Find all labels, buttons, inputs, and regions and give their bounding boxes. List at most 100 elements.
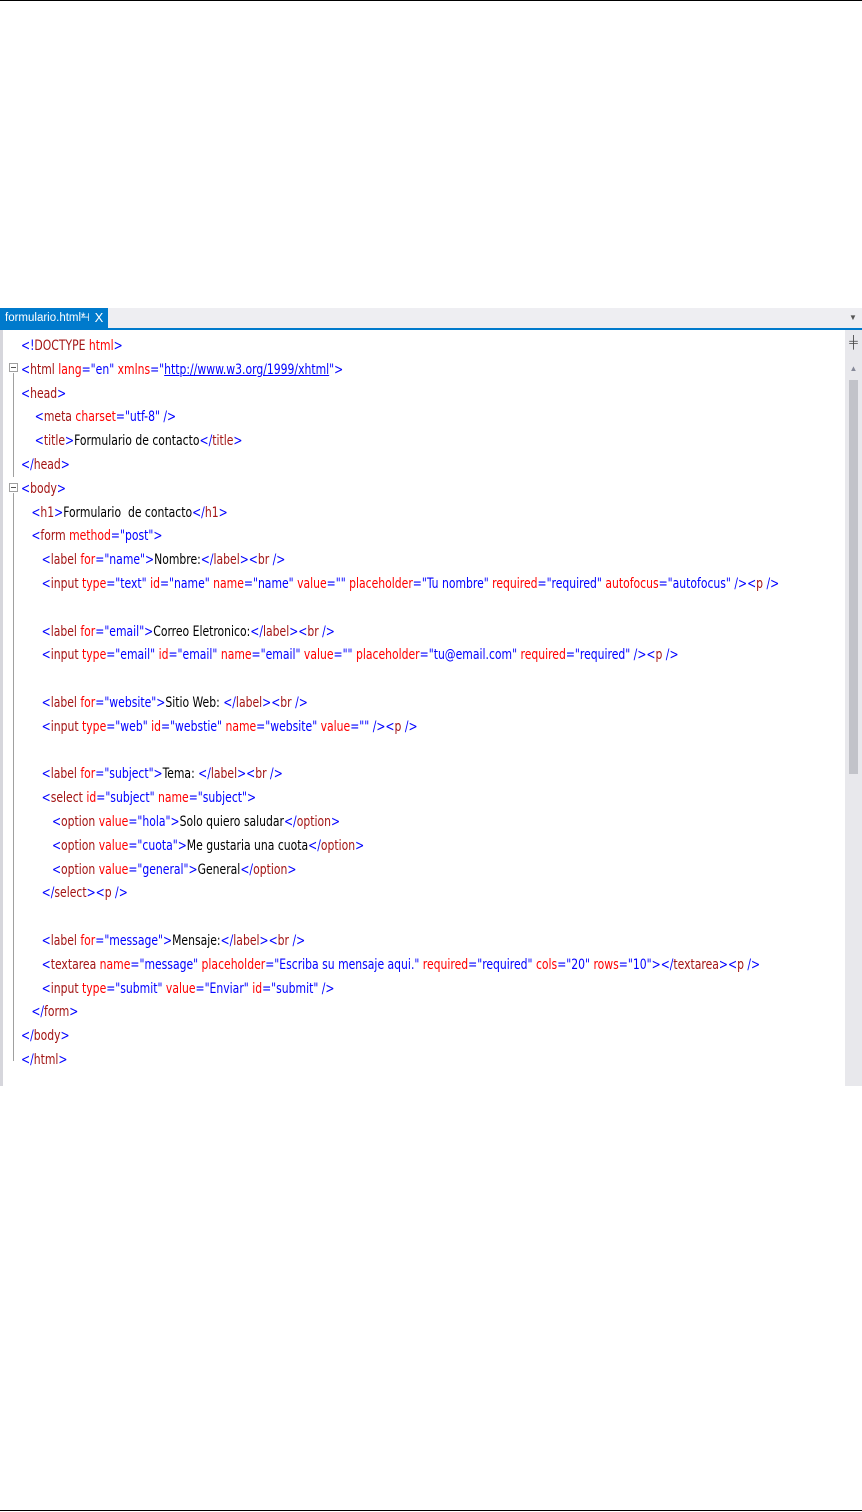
code-token: id — [150, 576, 160, 592]
code-token: for — [80, 623, 96, 640]
code-token: placeholder — [201, 956, 266, 973]
code-token: required — [492, 576, 538, 592]
tab-label: formulario.html* — [5, 312, 86, 324]
code-token: ="" — [350, 718, 370, 735]
code-token: < — [51, 837, 62, 854]
code-token: http://www.w3.org/1999/xhtml — [164, 361, 330, 378]
outlining-gutter — [3, 330, 21, 1086]
code-line: <textarea name="message" placeholder="Es… — [21, 955, 760, 975]
code-token: ="email" — [106, 647, 156, 664]
code-token: </ — [21, 1028, 34, 1045]
code-token: option — [61, 837, 96, 854]
code-token: /> — [115, 885, 128, 902]
code-token: id — [86, 790, 97, 807]
code-token: ="subject" — [96, 790, 155, 807]
code-token: html — [88, 338, 114, 354]
code-token: ="email" — [168, 647, 218, 664]
code-token: Sitio Web: — [165, 695, 224, 711]
code-token: required — [422, 956, 469, 973]
outline-guide-line — [13, 493, 14, 1061]
code-line: <title>Formulario de contacto</title> — [21, 431, 243, 451]
code-token: />< — [372, 718, 395, 735]
code-text-area[interactable]: <!DOCTYPE html> <html lang="en" xmlns="ht… — [21, 336, 843, 1086]
code-line: </head> — [21, 455, 70, 475]
split-view-icon[interactable]: ╪ — [845, 334, 862, 350]
code-token: option — [61, 861, 96, 878]
code-token: </ — [308, 837, 321, 854]
code-token: input — [50, 718, 79, 735]
code-token: option — [296, 814, 331, 830]
code-line: <!DOCTYPE html> — [21, 336, 123, 356]
code-token: ="subject"> — [95, 766, 163, 783]
vertical-scrollbar[interactable]: ╪ ▲ — [845, 330, 862, 1086]
code-token: for — [80, 933, 96, 949]
code-token: ="message"> — [95, 933, 173, 949]
code-token: label — [233, 933, 260, 949]
code-line: <form method="post"> — [21, 526, 162, 546]
pin-icon[interactable]: ⊣ — [79, 308, 91, 328]
code-token: label — [235, 695, 263, 711]
code-line: </html> — [21, 1050, 68, 1070]
code-token: /> — [766, 576, 780, 592]
code-line: <label for="name">Nombre:</label><br /> — [21, 550, 286, 570]
code-token: </ — [21, 1052, 34, 1068]
code-token: body — [33, 1028, 61, 1045]
code-token: name — [225, 718, 257, 735]
code-token: label — [213, 552, 240, 569]
scrollbar-thumb[interactable] — [849, 380, 858, 774]
code-token: < — [31, 504, 41, 521]
code-token: value — [165, 980, 196, 997]
chevron-down-icon[interactable]: ▼ — [848, 311, 858, 325]
code-token: </ — [223, 695, 236, 711]
code-token: name — [213, 576, 244, 592]
code-token: ="cuota"> — [128, 837, 187, 854]
code-token: lang — [58, 361, 82, 378]
code-token: charset — [75, 409, 116, 426]
code-token: Formulario de contacto — [74, 433, 200, 450]
code-token: > — [57, 385, 67, 402]
code-token: /> — [272, 552, 286, 569]
code-token: required — [520, 647, 566, 664]
close-icon[interactable]: X — [92, 308, 106, 328]
code-token: > — [56, 480, 66, 497]
code-token: value — [98, 837, 129, 854]
code-token: </ — [220, 933, 234, 949]
page-bottom-rule — [0, 1510, 862, 1511]
code-token: value — [303, 647, 334, 664]
code-token: value — [320, 718, 351, 735]
code-token: < — [21, 480, 31, 497]
code-token: name — [220, 647, 252, 664]
code-token: </ — [31, 1004, 45, 1021]
code-token: ="website" — [256, 718, 318, 735]
code-line: <option value="cuota">Me gustaria una cu… — [21, 836, 364, 856]
code-line: <select id="subject" name="subject"> — [21, 788, 256, 808]
code-line: <label for="website">Sitio Web: </label>… — [21, 693, 308, 713]
code-token: ="post"> — [110, 528, 163, 545]
collapse-html-icon[interactable] — [9, 363, 18, 372]
code-token: value — [98, 814, 129, 830]
code-token: ="required" — [537, 576, 602, 592]
collapse-body-icon[interactable] — [9, 483, 18, 492]
code-token: html — [30, 361, 55, 378]
code-token: /> — [163, 409, 177, 426]
code-line: <option value="hola">Solo quiero saludar… — [21, 812, 340, 832]
code-token: label — [50, 766, 77, 783]
code-token: < — [41, 980, 51, 997]
code-token: ="email" — [251, 647, 301, 664]
code-token: ="submit" — [262, 980, 319, 997]
code-line: <body> — [21, 479, 66, 499]
code-line: <head> — [21, 384, 66, 404]
code-token: </ — [240, 861, 254, 878]
scroll-up-icon[interactable]: ▲ — [845, 362, 862, 376]
code-line: <label for="email">Correo Eletronico:</l… — [21, 622, 335, 642]
